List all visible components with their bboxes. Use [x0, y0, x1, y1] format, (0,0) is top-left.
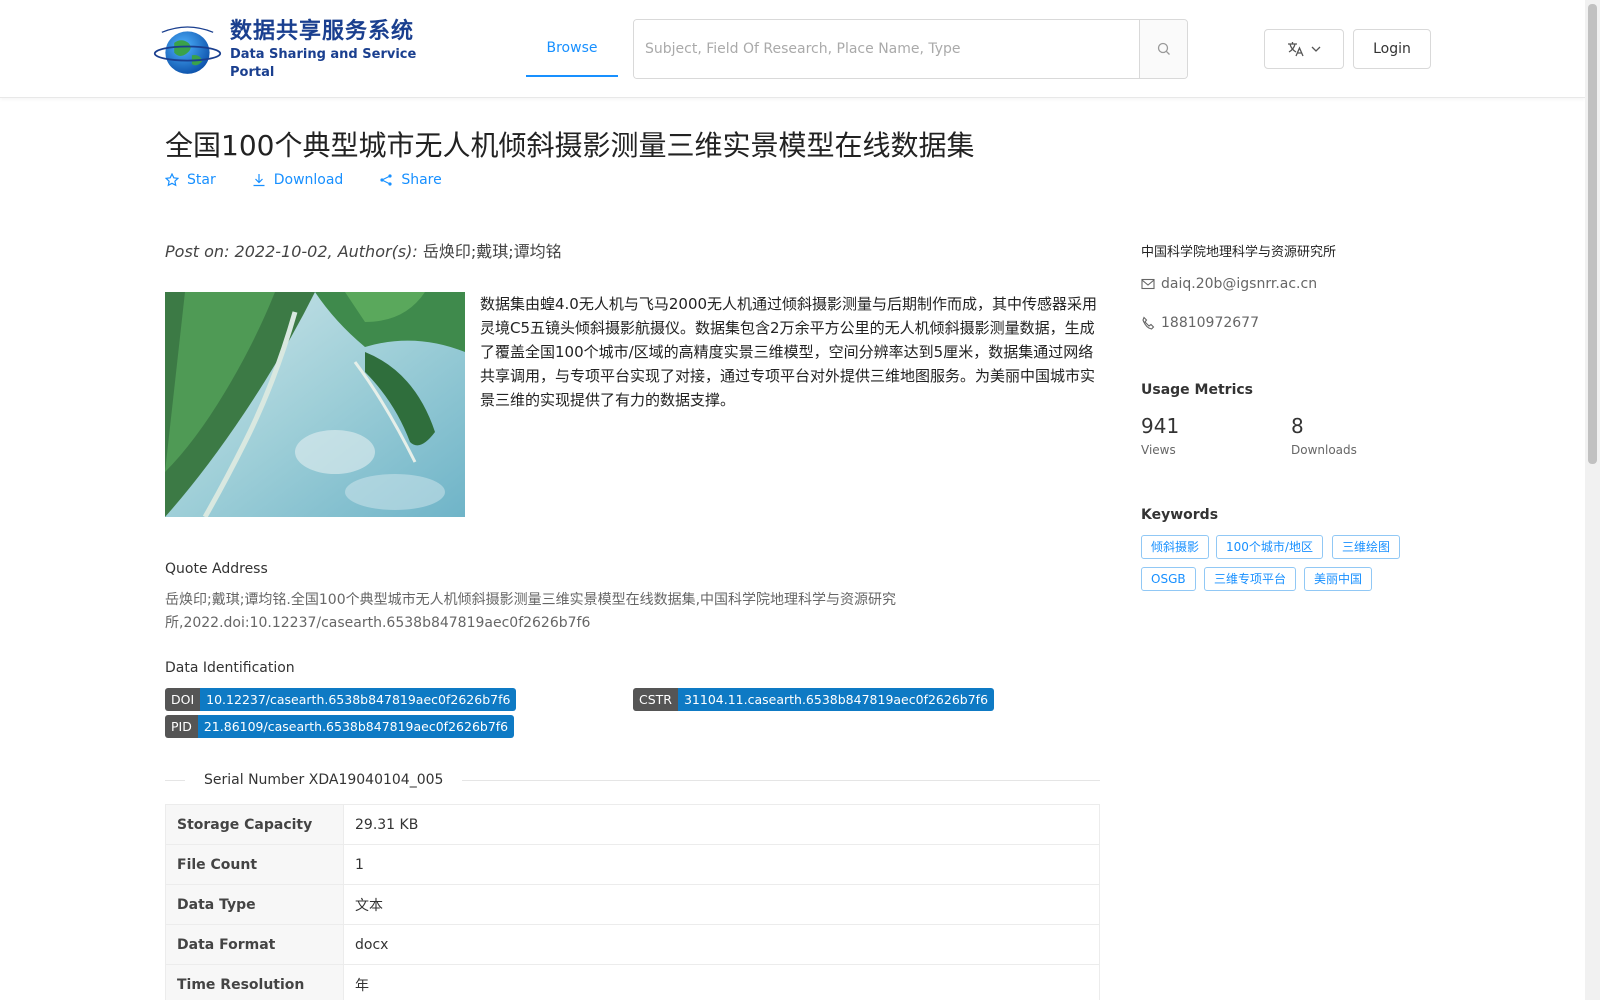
dataset-thumbnail: [165, 292, 465, 517]
table-row: Storage Capacity 29.31 KB: [165, 804, 1100, 845]
usage-metrics-heading: Usage Metrics: [1141, 382, 1253, 398]
keyword-tag[interactable]: 美丽中国: [1304, 567, 1373, 591]
authors: 岳焕印;戴琪;谭均铭: [422, 242, 562, 261]
logo-title-en: Data Sharing and Service Portal: [229, 47, 417, 80]
row-label: Time Resolution: [165, 964, 344, 1000]
dataset-title: 全国100个典型城市无人机倾斜摄影测量三维实景模型在线数据集: [165, 129, 975, 162]
pid-key: PID: [165, 715, 198, 738]
share-button[interactable]: Share: [379, 172, 442, 188]
row-value: 年: [343, 964, 1100, 1000]
share-label: Share: [401, 172, 442, 188]
download-button[interactable]: Download: [252, 172, 344, 188]
table-row: Time Resolution 年: [165, 964, 1100, 1000]
cstr-badge[interactable]: CSTR 31104.11.casearth.6538b847819aec0f2…: [633, 688, 995, 711]
keyword-tag[interactable]: OSGB: [1141, 567, 1196, 591]
site-logo[interactable]: 数据共享服务系统 Data Sharing and Service Portal: [153, 19, 438, 80]
row-label: Data Format: [165, 924, 344, 965]
keyword-tag[interactable]: 三维绘图: [1332, 535, 1401, 559]
serial-divider: Serial Number XDA19040104_005: [165, 770, 1100, 790]
table-row: Data Format docx: [165, 924, 1100, 965]
downloads-label: Downloads: [1291, 443, 1357, 457]
globe-logo-icon: [153, 26, 222, 74]
dataset-description: 数据集由蝗4.0无人机与飞马2000无人机通过倾斜摄影测量与后期制作而成，其中传…: [480, 295, 1098, 409]
cstr-value: 31104.11.casearth.6538b847819aec0f2626b7…: [677, 688, 995, 711]
table-row: Data Type 文本: [165, 884, 1100, 925]
language-switch-button[interactable]: [1264, 29, 1344, 69]
scrollbar-thumb[interactable]: [1588, 4, 1597, 464]
share-icon: [380, 174, 392, 186]
nav-browse-tab[interactable]: Browse: [526, 19, 618, 77]
email-text: daiq.20b@igsnrr.ac.cn: [1161, 276, 1318, 292]
organization-name[interactable]: 中国科学院地理科学与资源研究所: [1141, 241, 1336, 260]
download-icon: [253, 174, 265, 187]
data-identification-heading: Data Identification: [165, 660, 295, 676]
row-value: 1: [343, 844, 1100, 885]
search-input[interactable]: [634, 20, 1139, 78]
logo-title-cn: 数据共享服务系统: [229, 19, 414, 44]
star-icon: [165, 173, 179, 187]
search-bar: [633, 19, 1188, 79]
keyword-tag[interactable]: 100个城市/地区: [1216, 535, 1323, 559]
dataset-actions: Star Download Share: [165, 172, 442, 188]
search-icon: [1157, 42, 1170, 55]
download-label: Download: [273, 172, 344, 188]
translate-icon: [1288, 42, 1304, 57]
pid-badge[interactable]: PID 21.86109/casearth.6538b847819aec0f26…: [165, 715, 515, 738]
views-label: Views: [1141, 443, 1176, 457]
row-label: Data Type: [165, 884, 344, 925]
views-count: 941: [1141, 414, 1180, 438]
row-value: docx: [343, 924, 1100, 965]
pid-value: 21.86109/casearth.6538b847819aec0f2626b7…: [197, 715, 515, 738]
top-header: 数据共享服务系统 Data Sharing and Service Portal…: [0, 0, 1585, 98]
login-button[interactable]: Login: [1353, 29, 1431, 69]
quote-address-text: 岳焕印;戴琪;谭均铭.全国100个典型城市无人机倾斜摄影测量三维实景模型在线数据…: [165, 592, 897, 631]
contact-phone[interactable]: 18810972677: [1141, 315, 1259, 331]
table-row: File Count 1: [165, 844, 1100, 885]
dataset-info-table: Storage Capacity 29.31 KB File Count 1 D…: [165, 804, 1100, 1000]
post-on-date: Post on: 2022-10-02, Author(s):: [165, 242, 423, 261]
row-label: File Count: [165, 844, 344, 885]
keyword-tag[interactable]: 倾斜摄影: [1141, 535, 1210, 559]
mail-icon: [1141, 278, 1155, 290]
star-label: Star: [187, 172, 216, 188]
page-scrollbar[interactable]: [1585, 0, 1600, 1000]
phone-icon: [1142, 316, 1155, 330]
phone-text: 18810972677: [1161, 315, 1259, 331]
keyword-tag[interactable]: 三维专项平台: [1204, 567, 1297, 591]
post-info: Post on: 2022-10-02, Author(s): 岳焕印;戴琪;谭…: [165, 238, 562, 262]
quote-address-heading: Quote Address: [165, 561, 268, 577]
downloads-count: 8: [1291, 414, 1304, 438]
contact-email[interactable]: daiq.20b@igsnrr.ac.cn: [1141, 276, 1317, 292]
doi-badge[interactable]: DOI 10.12237/casearth.6538b847819aec0f26…: [165, 688, 517, 711]
star-button[interactable]: Star: [165, 172, 216, 188]
doi-key: DOI: [165, 688, 201, 711]
search-button[interactable]: [1139, 20, 1187, 78]
row-value: 文本: [343, 884, 1100, 925]
cstr-key: CSTR: [633, 688, 678, 711]
row-value: 29.31 KB: [343, 804, 1100, 845]
serial-number: Serial Number XDA19040104_005: [204, 772, 444, 788]
row-label: Storage Capacity: [165, 804, 344, 845]
keywords-heading: Keywords: [1141, 507, 1219, 523]
chevron-down-icon: [1311, 46, 1321, 52]
doi-value: 10.12237/casearth.6538b847819aec0f2626b7…: [200, 688, 517, 711]
